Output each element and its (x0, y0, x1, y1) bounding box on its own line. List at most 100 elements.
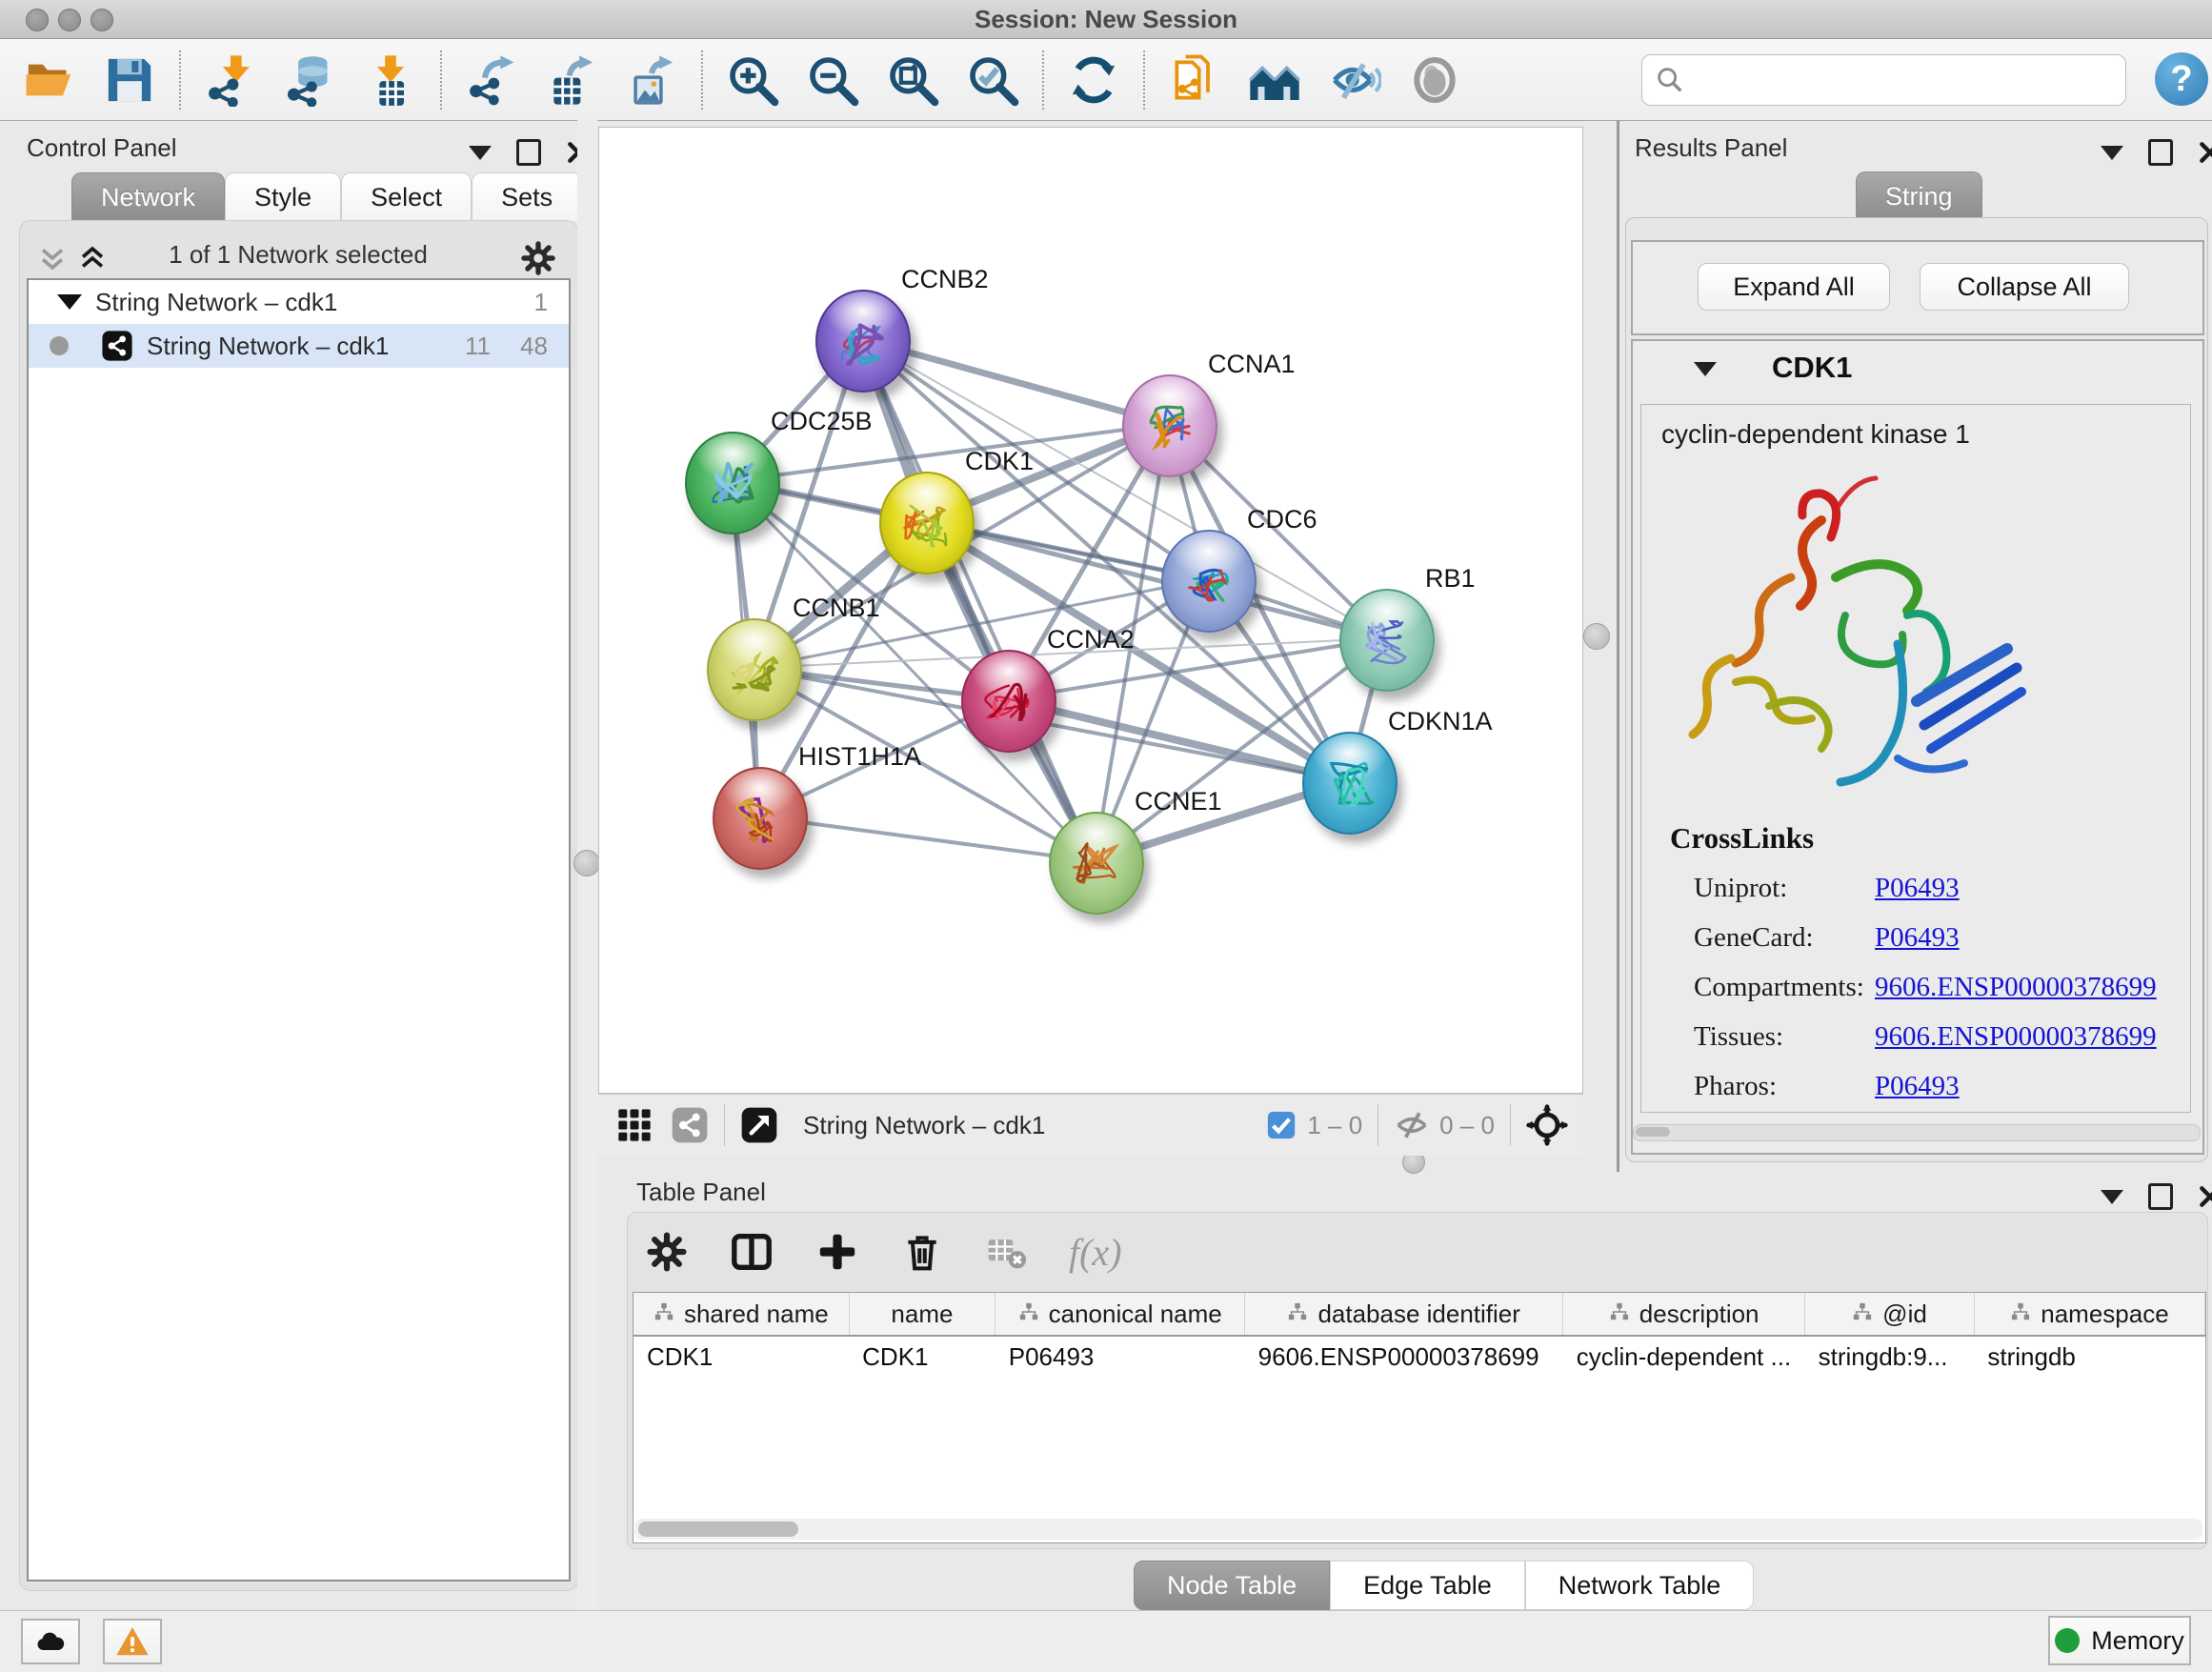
network-node-CCNA1[interactable] (1122, 374, 1217, 477)
hide-panel-eye-icon[interactable] (1328, 53, 1381, 107)
tab-node-table[interactable]: Node Table (1134, 1561, 1330, 1610)
open-session-icon[interactable] (23, 53, 76, 107)
panel-float-icon[interactable] (516, 139, 541, 166)
panel-menu-icon[interactable] (469, 146, 492, 160)
hidden-eye-slash-icon[interactable] (1394, 1107, 1430, 1143)
network-options-gear-icon[interactable] (520, 240, 556, 276)
network-row-selected[interactable]: String Network – cdk1 11 48 (29, 324, 569, 368)
panel-menu-icon[interactable] (2101, 1190, 2123, 1204)
import-table-icon[interactable] (364, 53, 417, 107)
tab-sets[interactable]: Sets (472, 172, 582, 221)
panel-close-icon[interactable] (2198, 1184, 2212, 1209)
column-header-name[interactable]: name (849, 1293, 995, 1336)
show-panel-eye-icon[interactable] (1408, 53, 1461, 107)
birds-eye-view-icon[interactable] (1526, 1104, 1568, 1146)
tab-network[interactable]: Network (71, 172, 225, 221)
network-canvas[interactable]: CCNB2CCNA1CDC25BCDK1CDC6RB1CCNB1CCNA2CDK… (598, 127, 1583, 1094)
table-hscrollbar-thumb[interactable] (638, 1521, 798, 1537)
column-header-description[interactable]: description (1563, 1293, 1805, 1336)
table-cell[interactable]: stringdb (1974, 1336, 2204, 1377)
clone-network-file-icon[interactable] (1168, 53, 1221, 107)
table-cell[interactable]: CDK1 (849, 1336, 995, 1377)
crosslink-link[interactable]: P06493 (1875, 873, 1960, 904)
help-button[interactable]: ? (2155, 52, 2208, 106)
zoom-in-icon[interactable] (726, 53, 779, 107)
network-node-HIST1H1A[interactable] (713, 767, 808, 870)
tab-style[interactable]: Style (225, 172, 341, 221)
crosslink-link[interactable]: 9606.ENSP00000378699 (1875, 1021, 2157, 1053)
view-grid-icon[interactable] (615, 1106, 654, 1144)
results-hscrollbar-thumb[interactable] (1636, 1127, 1670, 1137)
protein-thumbnail (721, 635, 788, 706)
crosslink-link[interactable]: P06493 (1875, 922, 1960, 954)
open-view-window-icon[interactable] (740, 1106, 778, 1144)
warnings-button[interactable] (103, 1619, 162, 1664)
network-node-CCNB1[interactable] (707, 618, 802, 721)
delete-column-trash-icon[interactable] (901, 1231, 943, 1273)
export-table-icon[interactable] (545, 53, 598, 107)
gene-collapse-icon[interactable] (1694, 362, 1717, 376)
network-node-CCNE1[interactable] (1049, 812, 1144, 915)
network-node-CDKN1A[interactable] (1302, 732, 1398, 835)
table-cell[interactable]: 9606.ENSP00000378699 (1245, 1336, 1563, 1377)
results-hscrollbar[interactable] (1633, 1124, 2201, 1141)
zoom-fit-icon[interactable] (886, 53, 939, 107)
delete-table-icon[interactable] (985, 1231, 1027, 1273)
node-table[interactable]: shared namenamecanonical namedatabase id… (633, 1292, 2206, 1543)
export-image-icon[interactable] (625, 53, 678, 107)
export-network-icon[interactable] (465, 53, 518, 107)
crosslink-link[interactable]: P06493 (1875, 1071, 1960, 1102)
right-splitter-knob[interactable] (1583, 623, 1610, 650)
crosslink-link[interactable]: 9606.ENSP00000378699 (1875, 972, 2157, 1003)
network-node-CCNB2[interactable] (815, 290, 911, 393)
column-header-namespace[interactable]: namespace (1974, 1293, 2204, 1336)
import-network-icon[interactable] (204, 53, 257, 107)
network-node-RB1[interactable] (1339, 589, 1435, 692)
column-header-canonical-name[interactable]: canonical name (995, 1293, 1245, 1336)
network-node-CDK1[interactable] (879, 472, 975, 574)
search-input[interactable] (1692, 65, 2125, 96)
table-row[interactable]: CDK1CDK1P064939606.ENSP00000378699cyclin… (633, 1336, 2205, 1377)
tab-string[interactable]: String (1856, 171, 1982, 220)
search-field[interactable] (1641, 54, 2126, 106)
cloud-button[interactable] (21, 1619, 80, 1664)
column-header-shared-name[interactable]: shared name (633, 1293, 849, 1336)
tree-expander-icon[interactable] (57, 294, 82, 310)
expand-all-button[interactable]: Expand All (1698, 263, 1890, 311)
memory-button[interactable]: Memory (2048, 1616, 2191, 1665)
tab-edge-table[interactable]: Edge Table (1330, 1561, 1525, 1610)
table-cell[interactable]: CDK1 (633, 1336, 849, 1377)
zoom-selected-icon[interactable] (966, 53, 1019, 107)
zoom-out-icon[interactable] (806, 53, 859, 107)
save-session-icon[interactable] (103, 53, 156, 107)
collapse-all-button[interactable]: Collapse All (1920, 263, 2129, 311)
panel-float-icon[interactable] (2148, 139, 2173, 166)
table-gear-icon[interactable] (646, 1231, 688, 1273)
tab-network-table[interactable]: Network Table (1525, 1561, 1755, 1610)
view-share-icon[interactable] (671, 1106, 709, 1144)
column-header-@id[interactable]: @id (1805, 1293, 1975, 1336)
table-cell[interactable]: stringdb:9... (1805, 1336, 1975, 1377)
table-type-tabs: Node TableEdge TableNetwork Table (1134, 1561, 1754, 1610)
node-label: CCNB2 (901, 265, 989, 294)
show-columns-icon[interactable] (730, 1230, 774, 1274)
panel-menu-icon[interactable] (2101, 146, 2123, 160)
tab-select[interactable]: Select (341, 172, 472, 221)
import-database-icon[interactable] (284, 53, 337, 107)
table-hscrollbar[interactable] (634, 1519, 2202, 1540)
function-builder-icon[interactable]: f(x) (1069, 1230, 1122, 1275)
table-cell[interactable]: P06493 (995, 1336, 1245, 1377)
left-splitter-knob[interactable] (573, 850, 600, 876)
column-header-database-identifier[interactable]: database identifier (1245, 1293, 1563, 1336)
panel-close-icon[interactable] (2198, 140, 2212, 165)
home-networks-icon[interactable] (1248, 53, 1301, 107)
refresh-icon[interactable] (1067, 53, 1120, 107)
create-column-plus-icon[interactable] (815, 1230, 859, 1274)
panel-float-icon[interactable] (2148, 1183, 2173, 1210)
network-node-CDC25B[interactable] (685, 432, 780, 534)
selected-checkbox-icon[interactable] (1265, 1109, 1297, 1141)
table-cell[interactable]: cyclin-dependent ... (1563, 1336, 1805, 1377)
network-node-CCNA2[interactable] (961, 650, 1056, 753)
network-collection-row[interactable]: String Network – cdk1 1 (29, 280, 569, 324)
network-node-CDC6[interactable] (1161, 530, 1257, 633)
